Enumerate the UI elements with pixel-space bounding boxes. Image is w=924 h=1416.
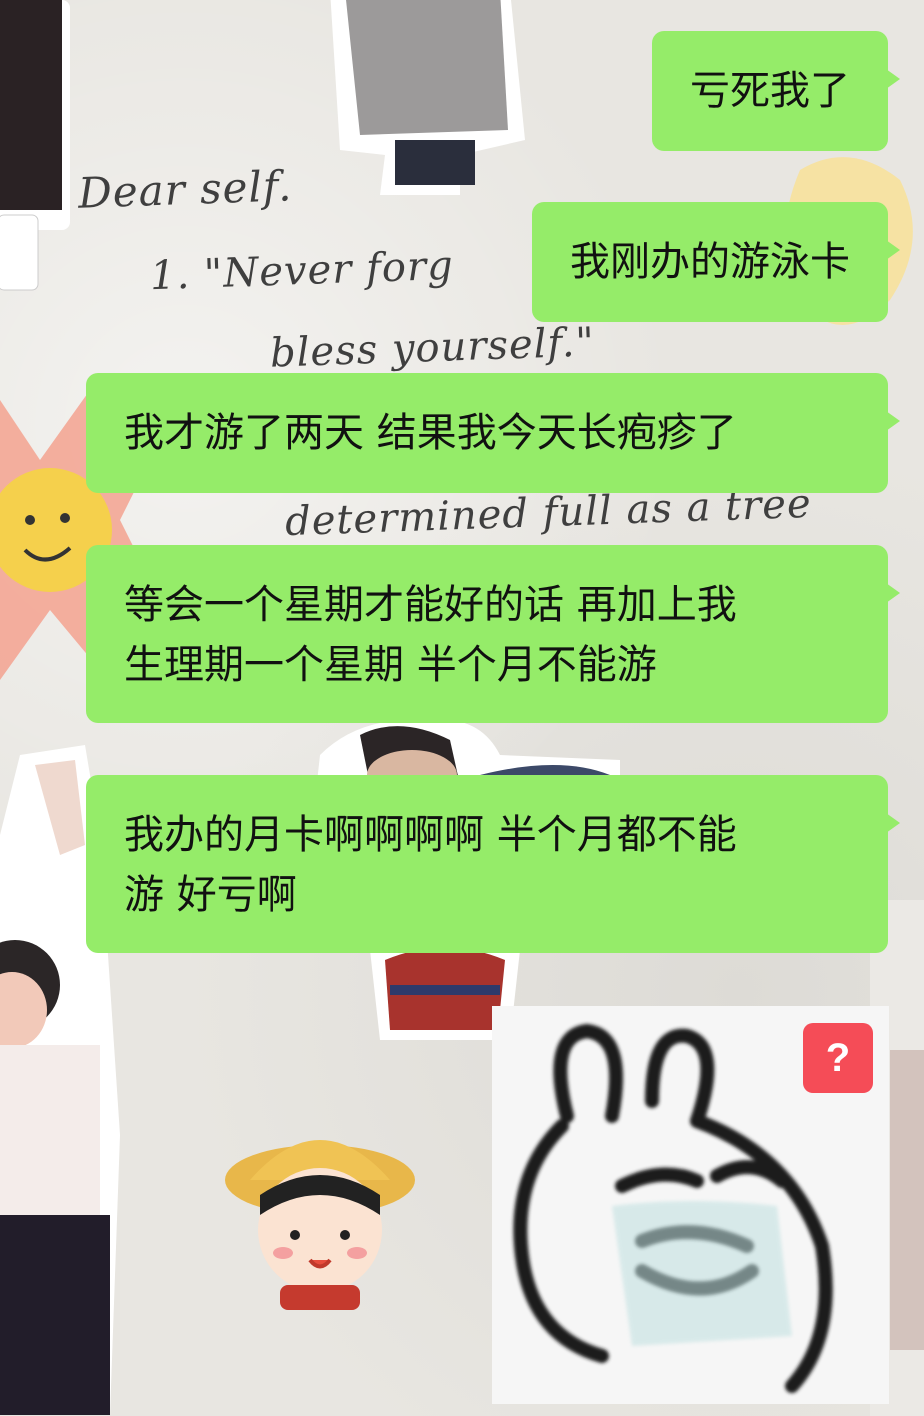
- person-sticker-top: [330, 0, 525, 195]
- message-bubble-1[interactable]: 亏死我了: [652, 31, 900, 151]
- handwriting-line-1: Dear self.: [77, 161, 294, 218]
- message-text-line: 游 好亏啊: [124, 872, 297, 918]
- message-text: 我才游了两天 结果我今天长疱疹了: [124, 410, 737, 456]
- message-text: 我刚办的游泳卡: [570, 239, 850, 285]
- message-bubble-5[interactable]: 我办的月卡啊啊啊啊 半个月都不能 游 好亏啊: [86, 775, 900, 953]
- message-text: 亏死我了: [690, 68, 850, 114]
- question-badge: ?: [803, 1023, 873, 1093]
- message-bubble-2[interactable]: 我刚办的游泳卡: [532, 202, 900, 322]
- message-text-line: 等会一个星期才能好的话 再加上我: [124, 582, 737, 628]
- message-bubble-3[interactable]: 我才游了两天 结果我今天长疱疹了: [86, 373, 900, 493]
- message-bubble-4[interactable]: 等会一个星期才能好的话 再加上我 生理期一个星期 半个月不能游: [86, 545, 900, 723]
- maruko-character-sticker: [225, 1140, 415, 1310]
- message-text-line: 生理期一个星期 半个月不能游: [124, 642, 657, 688]
- sticker-message[interactable]: ?: [492, 1006, 889, 1404]
- person-sticker-left: [0, 0, 70, 291]
- message-text-line: 我办的月卡啊啊啊啊 半个月都不能: [124, 812, 737, 858]
